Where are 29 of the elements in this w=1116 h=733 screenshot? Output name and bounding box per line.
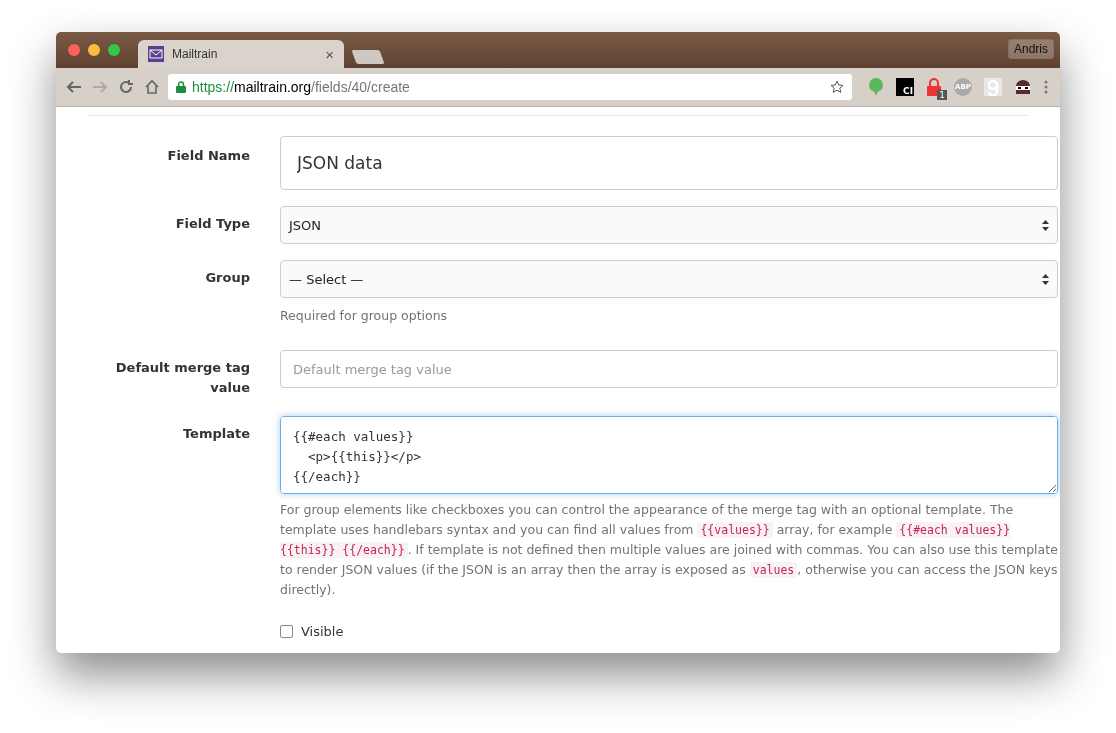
profile-button[interactable]: Andris — [1008, 39, 1054, 59]
help-text: For group elements like checkboxes you can control the appearance of the merge tag with an optional template. The template uses handlebars syntax and you can find all values from {{values}} array, for example {{#each values}} {{this}} {{/each}} . If template is not defined then multiple values are joined with commas. You can also use this template to render JSON values (if the JSON is an array then the array is exposed as values , otherwise you can access the JSON keys directly). — [280, 501, 1058, 599]
visible-checkbox[interactable]: Visible — [280, 624, 1058, 639]
zoom-window-button[interactable] — [108, 44, 120, 56]
count-badge: 1 — [937, 90, 947, 100]
star-icon[interactable] — [830, 80, 844, 94]
menu-icon[interactable] — [1044, 80, 1048, 94]
field-label: Default merge tag value — [114, 359, 250, 397]
help-text: Required for group options — [280, 307, 449, 325]
lock-icon — [176, 81, 186, 93]
envelope-icon — [148, 46, 164, 62]
template-textarea[interactable]: {{#each values}} <p>{{this}}</p> {{/each}} — [280, 416, 1058, 494]
field-label: Group — [204, 269, 250, 287]
text-field[interactable]: Default merge tag value — [280, 350, 1058, 388]
up-down-arrows-icon — [1042, 219, 1049, 231]
select-field[interactable]: — Select — — [280, 260, 1058, 298]
field-label: Field Type — [174, 215, 250, 233]
minimize-window-button[interactable] — [88, 44, 100, 56]
browser-tab[interactable]: Mailtrain × — [138, 40, 344, 68]
extension-icon[interactable]: CI — [896, 78, 914, 96]
select-field[interactable]: JSON — [280, 206, 1058, 244]
address-bar[interactable]: https://mailtrain.org/fields/40/create — [168, 74, 852, 100]
field-label: Field Name — [166, 147, 250, 165]
close-window-button[interactable] — [68, 44, 80, 56]
up-down-arrows-icon — [1042, 273, 1049, 285]
new-tab-button[interactable] — [351, 50, 385, 64]
close-tab-button[interactable]: × — [325, 45, 334, 63]
field-label: Template — [181, 425, 250, 443]
masked-face-icon[interactable] — [1014, 80, 1032, 94]
